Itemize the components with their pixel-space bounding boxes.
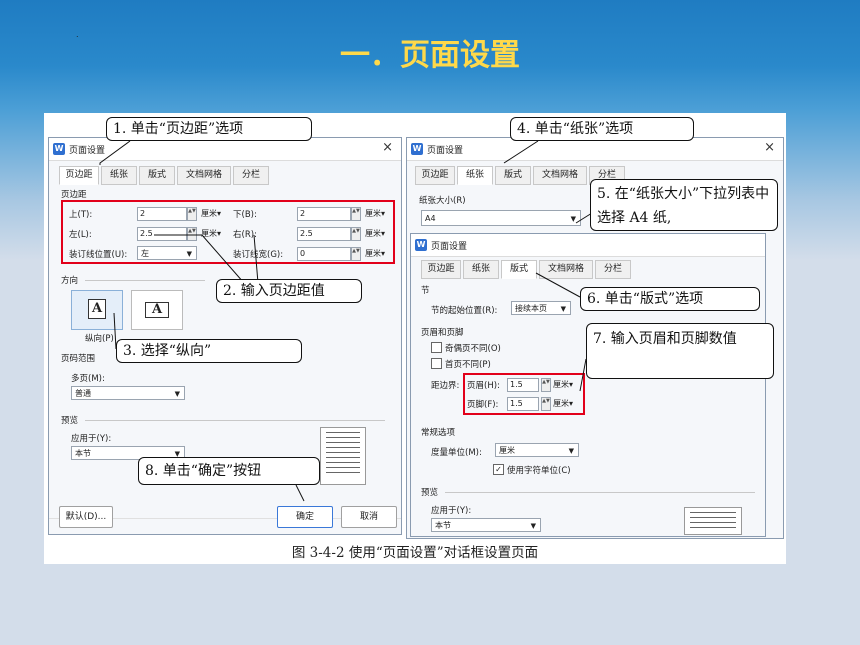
figure: W 页面设置 × 页边距 纸张 版式 文档网格 分栏 页边距 上(T): 2 ▲… <box>44 113 786 564</box>
callout-step-2: 2. 输入页边距值 <box>216 279 362 303</box>
connector-8 <box>295 484 305 502</box>
slide-title: 一．页面设置 <box>340 38 520 73</box>
connector-2b <box>253 234 259 284</box>
connector-1 <box>99 140 131 165</box>
connector-4 <box>503 140 539 164</box>
connector-6 <box>535 272 581 298</box>
callout-step-6: 6. 单击“版式”选项 <box>580 287 760 311</box>
callout-step-3: 3. 选择“纵向” <box>116 339 302 363</box>
callout-step-1: 1. 单击“页边距”选项 <box>106 117 312 141</box>
figure-caption: 图 3-4-2 使用“页面设置”对话框设置页面 <box>291 545 539 561</box>
callout-step-7: 7. 输入页眉和页脚数值 <box>586 323 774 379</box>
callout-step-5: 5. 在“纸张大小”下拉列表中选择 A4 纸, <box>590 179 778 231</box>
connector-2 <box>154 234 245 284</box>
callout-step-4: 4. 单击“纸张”选项 <box>510 117 694 141</box>
callout-step-8: 8. 单击“确定”按钮 <box>138 457 320 485</box>
